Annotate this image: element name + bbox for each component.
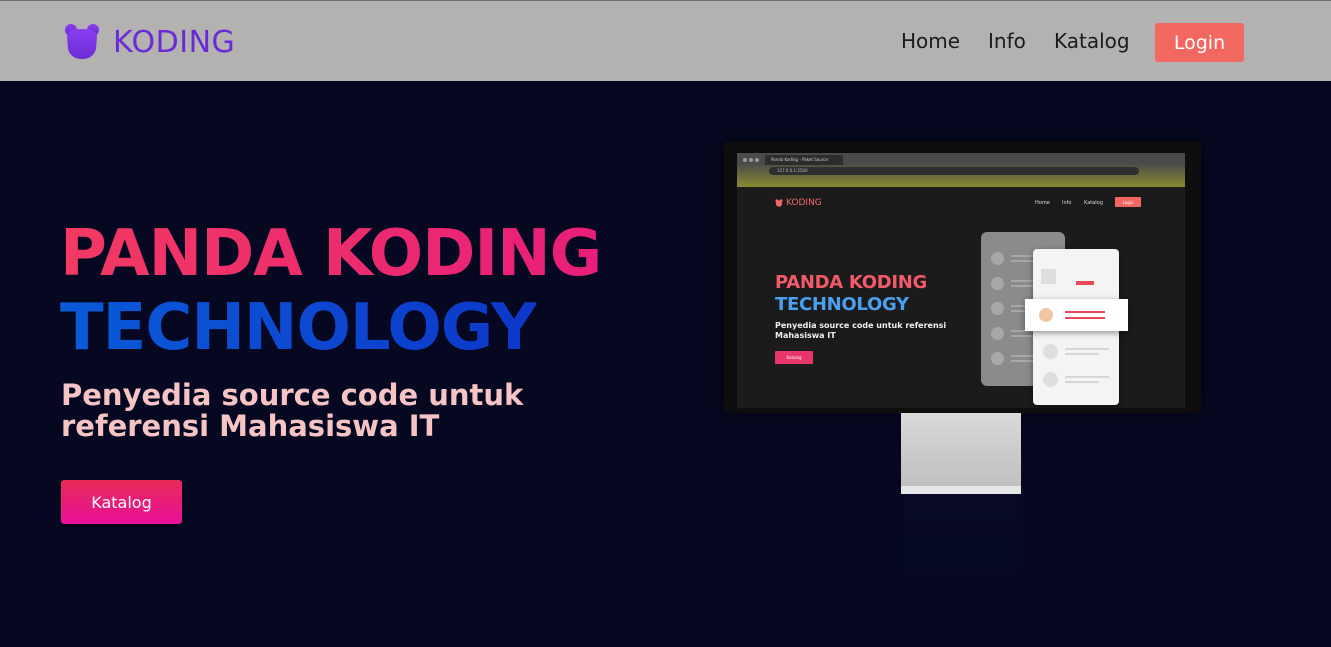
- browser-url: 127.0.0.1:5500: [769, 167, 1139, 175]
- nav-link-katalog[interactable]: Katalog: [1054, 29, 1130, 53]
- mockup-nav-info: Info: [1062, 200, 1072, 206]
- highlighted-card: [1025, 299, 1128, 331]
- mockup-brand: KODING: [775, 198, 822, 208]
- window-dot-icon: [755, 158, 759, 162]
- monitor-stand-base: [901, 486, 1021, 494]
- monitor-stand: [901, 413, 1021, 494]
- panda-icon: [65, 24, 99, 59]
- accent-bar: [1076, 281, 1094, 285]
- hero-title-line2: TECHNOLOGY: [60, 291, 537, 365]
- login-button[interactable]: Login: [1155, 23, 1244, 62]
- mockup-subtitle: Penyedia source code untuk referensi Mah…: [775, 321, 947, 340]
- list-item: [1043, 344, 1113, 360]
- monitor-mockup: Panda Koding - Paket Source 127.0.0.1:55…: [724, 141, 1201, 413]
- navbar: KODING Home Info Katalog Login: [0, 0, 1331, 81]
- mockup-login-button: Login: [1115, 197, 1141, 207]
- mockup-katalog-button: Katalog: [775, 351, 813, 364]
- brand-logo[interactable]: KODING: [63, 23, 235, 61]
- mockup-title-line1: PANDA KODING: [775, 272, 927, 293]
- window-dot-icon: [749, 158, 753, 162]
- mockup-nav-home: Home: [1035, 200, 1050, 206]
- image-placeholder-icon: [1041, 269, 1056, 284]
- browser-toolbar: Panda Koding - Paket Source 127.0.0.1:55…: [737, 153, 1185, 187]
- browser-tab: Panda Koding - Paket Source: [765, 155, 843, 165]
- list-item: [1043, 372, 1113, 388]
- mockup-nav-katalog: Katalog: [1084, 200, 1103, 206]
- mockup-brand-name: KODING: [786, 198, 822, 208]
- katalog-button[interactable]: Katalog: [61, 480, 182, 524]
- monitor-shadow: [905, 494, 1017, 584]
- hero-title-line1: PANDA KODING: [60, 217, 602, 291]
- nav-link-home[interactable]: Home: [901, 29, 960, 53]
- nav-link-info[interactable]: Info: [988, 29, 1026, 53]
- monitor-screen: Panda Koding - Paket Source 127.0.0.1:55…: [737, 153, 1185, 408]
- avatar-icon: [1039, 308, 1053, 322]
- window-dot-icon: [743, 158, 747, 162]
- hero-subtitle: Penyedia source code untuk referensi Mah…: [61, 378, 524, 444]
- mockup-title-line2: TECHNOLOGY: [775, 294, 909, 315]
- panda-icon: [775, 199, 783, 207]
- brand-name: KODING: [113, 24, 236, 60]
